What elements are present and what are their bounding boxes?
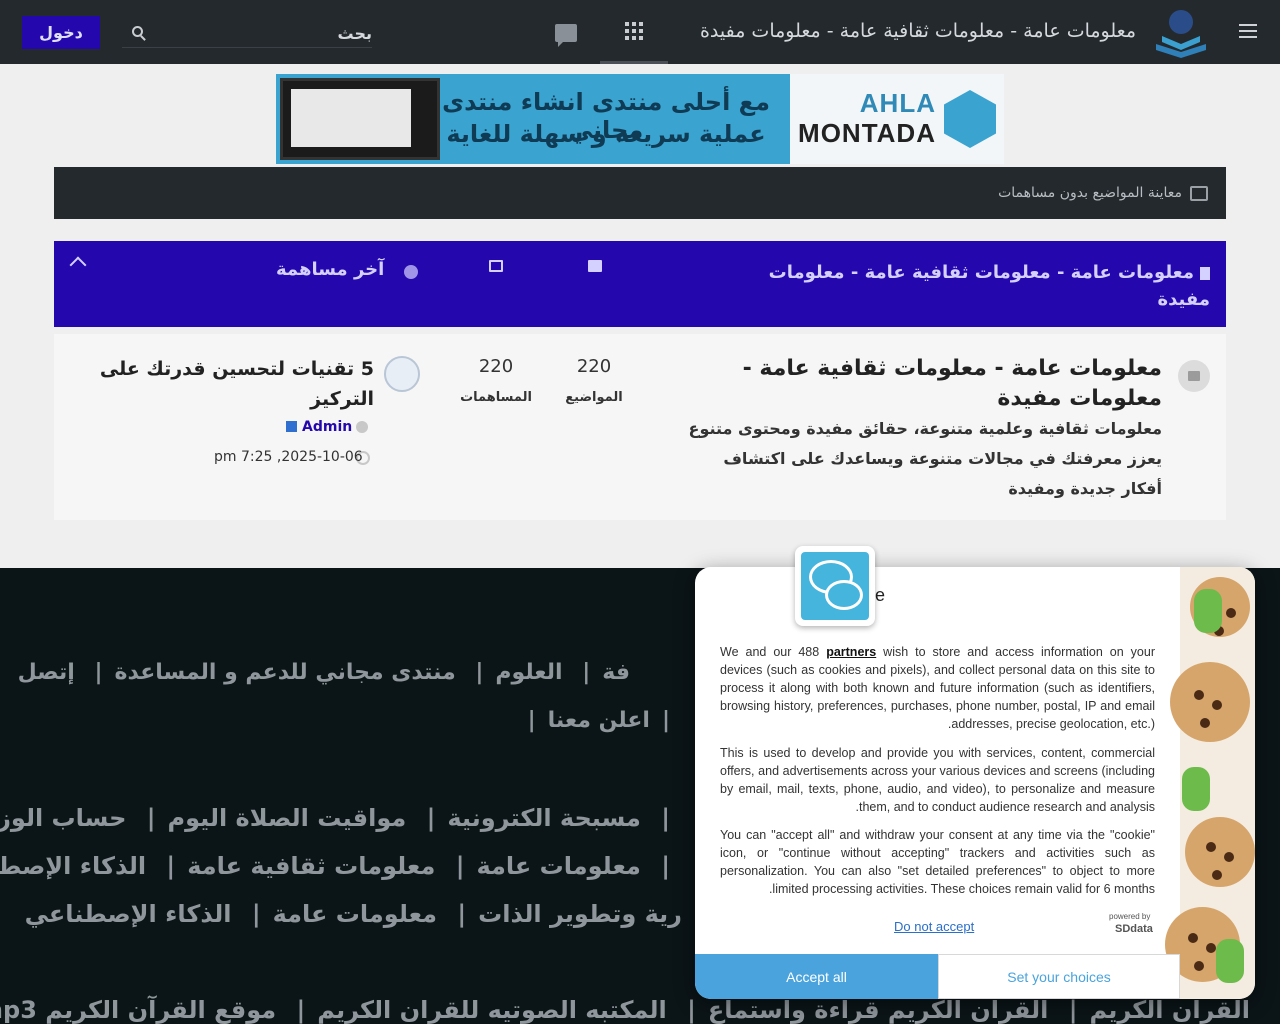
- profile-link-icon[interactable]: [286, 421, 297, 432]
- footer-link[interactable]: موقع القرآن الكريم mp3: [0, 996, 276, 1024]
- cookies-illustration: [1165, 567, 1255, 999]
- forum-category-header: معلومات عامة - معلومات ثقافية عامة - معل…: [54, 241, 1226, 327]
- forum-row: معلومات عامة - معلومات ثقافية عامة - معل…: [54, 334, 1226, 520]
- footer-link[interactable]: المكتبه الصوتيه للقران الكريم: [317, 996, 666, 1024]
- search-box: [122, 18, 372, 48]
- ad-chat-logo-icon: [944, 90, 996, 148]
- monster-image: [1182, 767, 1210, 811]
- notice-text[interactable]: معاينة المواضيع بدون مساهمات: [998, 185, 1182, 201]
- forum-title[interactable]: معلومات عامة - معلومات ثقافية عامة - معل…: [692, 354, 1162, 414]
- footer-link[interactable]: معلومات عامة: [476, 852, 640, 880]
- avatar[interactable]: [384, 356, 420, 392]
- footer-link[interactable]: منتدى مجاني للدعم و المساعدة: [115, 660, 456, 685]
- consent-text-part: We and our 488: [720, 645, 827, 659]
- footer-link[interactable]: معلومات عامة: [273, 900, 437, 928]
- collapse-chevron-icon[interactable]: [69, 256, 87, 274]
- ad-brand-line2: MONTADA: [798, 118, 936, 148]
- do-not-accept-link[interactable]: Do not accept: [894, 919, 974, 934]
- footer-link[interactable]: حساب الوزن: [0, 804, 126, 832]
- ad-device-image: [280, 78, 440, 160]
- last-post-title[interactable]: 5 تقنيات لتحسين قدرتك على التركيز: [84, 354, 374, 414]
- footer-links-row-5: رية وتطوير الذات| معلومات عامة| الذكاء ا…: [24, 900, 682, 928]
- partners-link[interactable]: partners: [826, 645, 876, 659]
- consent-paragraph-1: We and our 488 partners wish to store an…: [720, 643, 1155, 733]
- site-logo[interactable]: [1148, 6, 1214, 60]
- footer-link[interactable]: إتصل: [18, 660, 75, 685]
- footer-link[interactable]: فة: [602, 660, 630, 685]
- footer-link[interactable]: مسبحة الكترونية: [447, 804, 641, 832]
- accept-all-button[interactable]: Accept all: [695, 954, 938, 999]
- topics-count: 220: [576, 356, 612, 377]
- clock-icon: [404, 265, 418, 279]
- site-title[interactable]: معلومات عامة - معلومات ثقافية عامة - معل…: [700, 20, 1136, 42]
- hamburger-menu-icon[interactable]: [1236, 20, 1260, 44]
- consent-paragraph-3: You can "accept all" and withdraw your c…: [720, 828, 1155, 896]
- footer-link[interactable]: اعلن معنا: [548, 708, 650, 733]
- footer-link[interactable]: القرآن الكريم: [1090, 996, 1250, 1024]
- last-post-date: 2025-10-06, 7:25 pm: [214, 449, 363, 465]
- footer-link[interactable]: الذكاء الإصطناعي: [0, 852, 146, 880]
- footer-links-row-1: فة| العلوم| منتدى مجاني للدعم و المساعدة…: [17, 660, 630, 685]
- cookie-image: [1170, 662, 1250, 742]
- apps-grid-button[interactable]: [600, 0, 668, 64]
- cookie-image: [1185, 817, 1255, 887]
- document-icon: [1200, 266, 1210, 280]
- posts-count: 220: [478, 356, 514, 377]
- last-post-header: آخر مساهمة: [276, 259, 385, 280]
- ad-brand-panel: AHLA MONTADA: [790, 74, 1004, 164]
- footer-link[interactable]: الذكاء الإصطناعي: [25, 900, 232, 928]
- login-button[interactable]: دخول: [22, 16, 100, 49]
- powered-by-label: powered by: [1109, 912, 1151, 921]
- footer-links-row-3: | مسبحة الكترونية| مواقيت الصلاة اليوم| …: [0, 804, 682, 832]
- user-icon: [356, 421, 368, 433]
- topics-label: المواضيع: [565, 390, 623, 405]
- search-input[interactable]: [172, 20, 372, 46]
- notice-bar[interactable]: معاينة المواضيع بدون مساهمات: [54, 167, 1226, 219]
- last-post-user[interactable]: Admin: [302, 419, 352, 435]
- footer-link[interactable]: رية وتطوير الذات: [478, 900, 682, 928]
- monster-image: [1216, 939, 1244, 983]
- posts-icon: [489, 260, 503, 272]
- chat-icon[interactable]: [555, 24, 577, 47]
- footer-link[interactable]: العلوم: [495, 660, 562, 685]
- posts-label: المساهمات: [460, 390, 532, 405]
- footer-links-row-6: القرآن الكريم| القرآن الكريم قراءة واستم…: [0, 996, 1250, 1024]
- sddata-logo: SDdata: [1115, 923, 1153, 935]
- forum-description: معلومات ثقافية وعلمية متنوعة، حقائق مفيد…: [688, 419, 1162, 498]
- footer-links-row-2: |اعلن معنا|: [527, 708, 670, 733]
- ad-banner[interactable]: مع أحلى منتدى انشاء منتدى مجاني عملية سر…: [276, 74, 1004, 164]
- search-icon[interactable]: [132, 26, 143, 37]
- top-bar: معلومات عامة - معلومات ثقافية عامة - معل…: [0, 0, 1280, 64]
- topics-icon: [588, 260, 602, 272]
- comment-icon: [1190, 186, 1208, 201]
- footer-link[interactable]: القرآن الكريم قراءة واستماع: [708, 996, 1049, 1024]
- forum-status-icon: [1178, 360, 1210, 392]
- set-choices-button[interactable]: Set your choices: [938, 954, 1180, 999]
- ad-brand-line1: AHLA: [859, 88, 936, 118]
- category-title-text: معلومات عامة - معلومات ثقافية عامة - معل…: [768, 262, 1210, 310]
- monster-image: [1194, 589, 1222, 633]
- footer-links-row-4: | معلومات عامة| معلومات ثقافية عامة| الذ…: [0, 852, 682, 880]
- ad-text-line2: عملية سريعة و سهلة للغاية: [446, 120, 766, 148]
- cookie-consent-dialog: me We and our 488 partners wish to store…: [695, 567, 1255, 999]
- footer-link[interactable]: معلومات ثقافية عامة: [187, 852, 435, 880]
- consent-paragraph-2: This is used to develop and provide you …: [720, 746, 1155, 814]
- consent-chat-logo-icon: [795, 546, 875, 626]
- category-title[interactable]: معلومات عامة - معلومات ثقافية عامة - معل…: [730, 259, 1210, 313]
- grid-icon: [625, 21, 643, 40]
- bubble-shape: [825, 580, 863, 610]
- footer-link[interactable]: مواقيت الصلاة اليوم: [168, 804, 407, 832]
